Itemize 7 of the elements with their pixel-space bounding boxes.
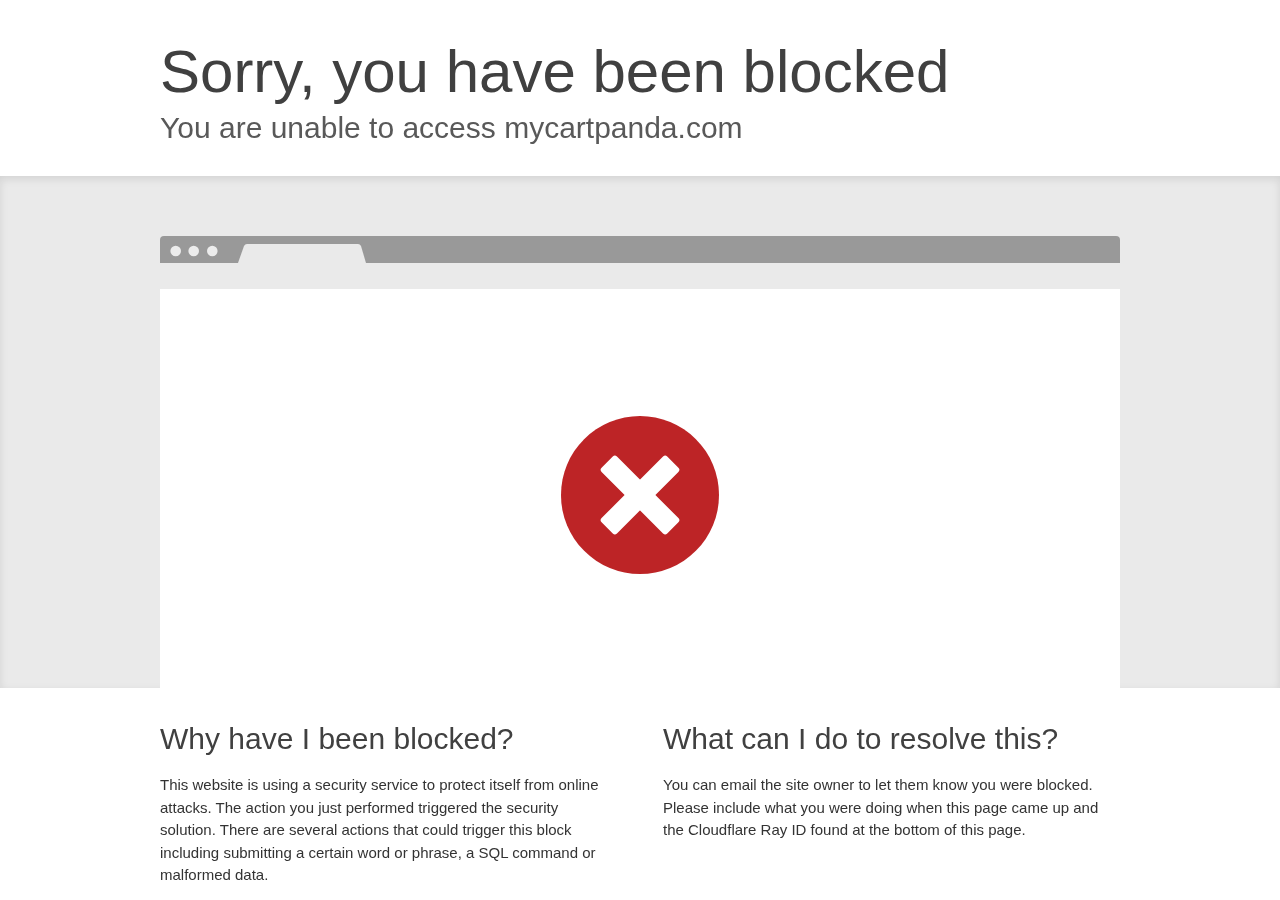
page-subtitle: You are unable to access mycartpanda.com (160, 113, 743, 143)
section-paragraph: This website is using a security service to protect itself from online attacks. The action you just performed triggered the security solution. There are several actions that could trigger this block including submitting a certain word or phrase, a SQL command or malformed data. (160, 775, 600, 885)
section-heading: Why have I been blocked? (160, 724, 515, 754)
error-x-icon (561, 416, 719, 574)
section-paragraph: You can email the site owner to let them know you were blocked. Please include what you were doing when this page came up and the Cloudflare Ray ID found at the bottom of this page. (663, 775, 1100, 840)
section-heading: What can I do to resolve this? (663, 724, 1060, 754)
page-title: Sorry, you have been blocked (160, 42, 950, 102)
